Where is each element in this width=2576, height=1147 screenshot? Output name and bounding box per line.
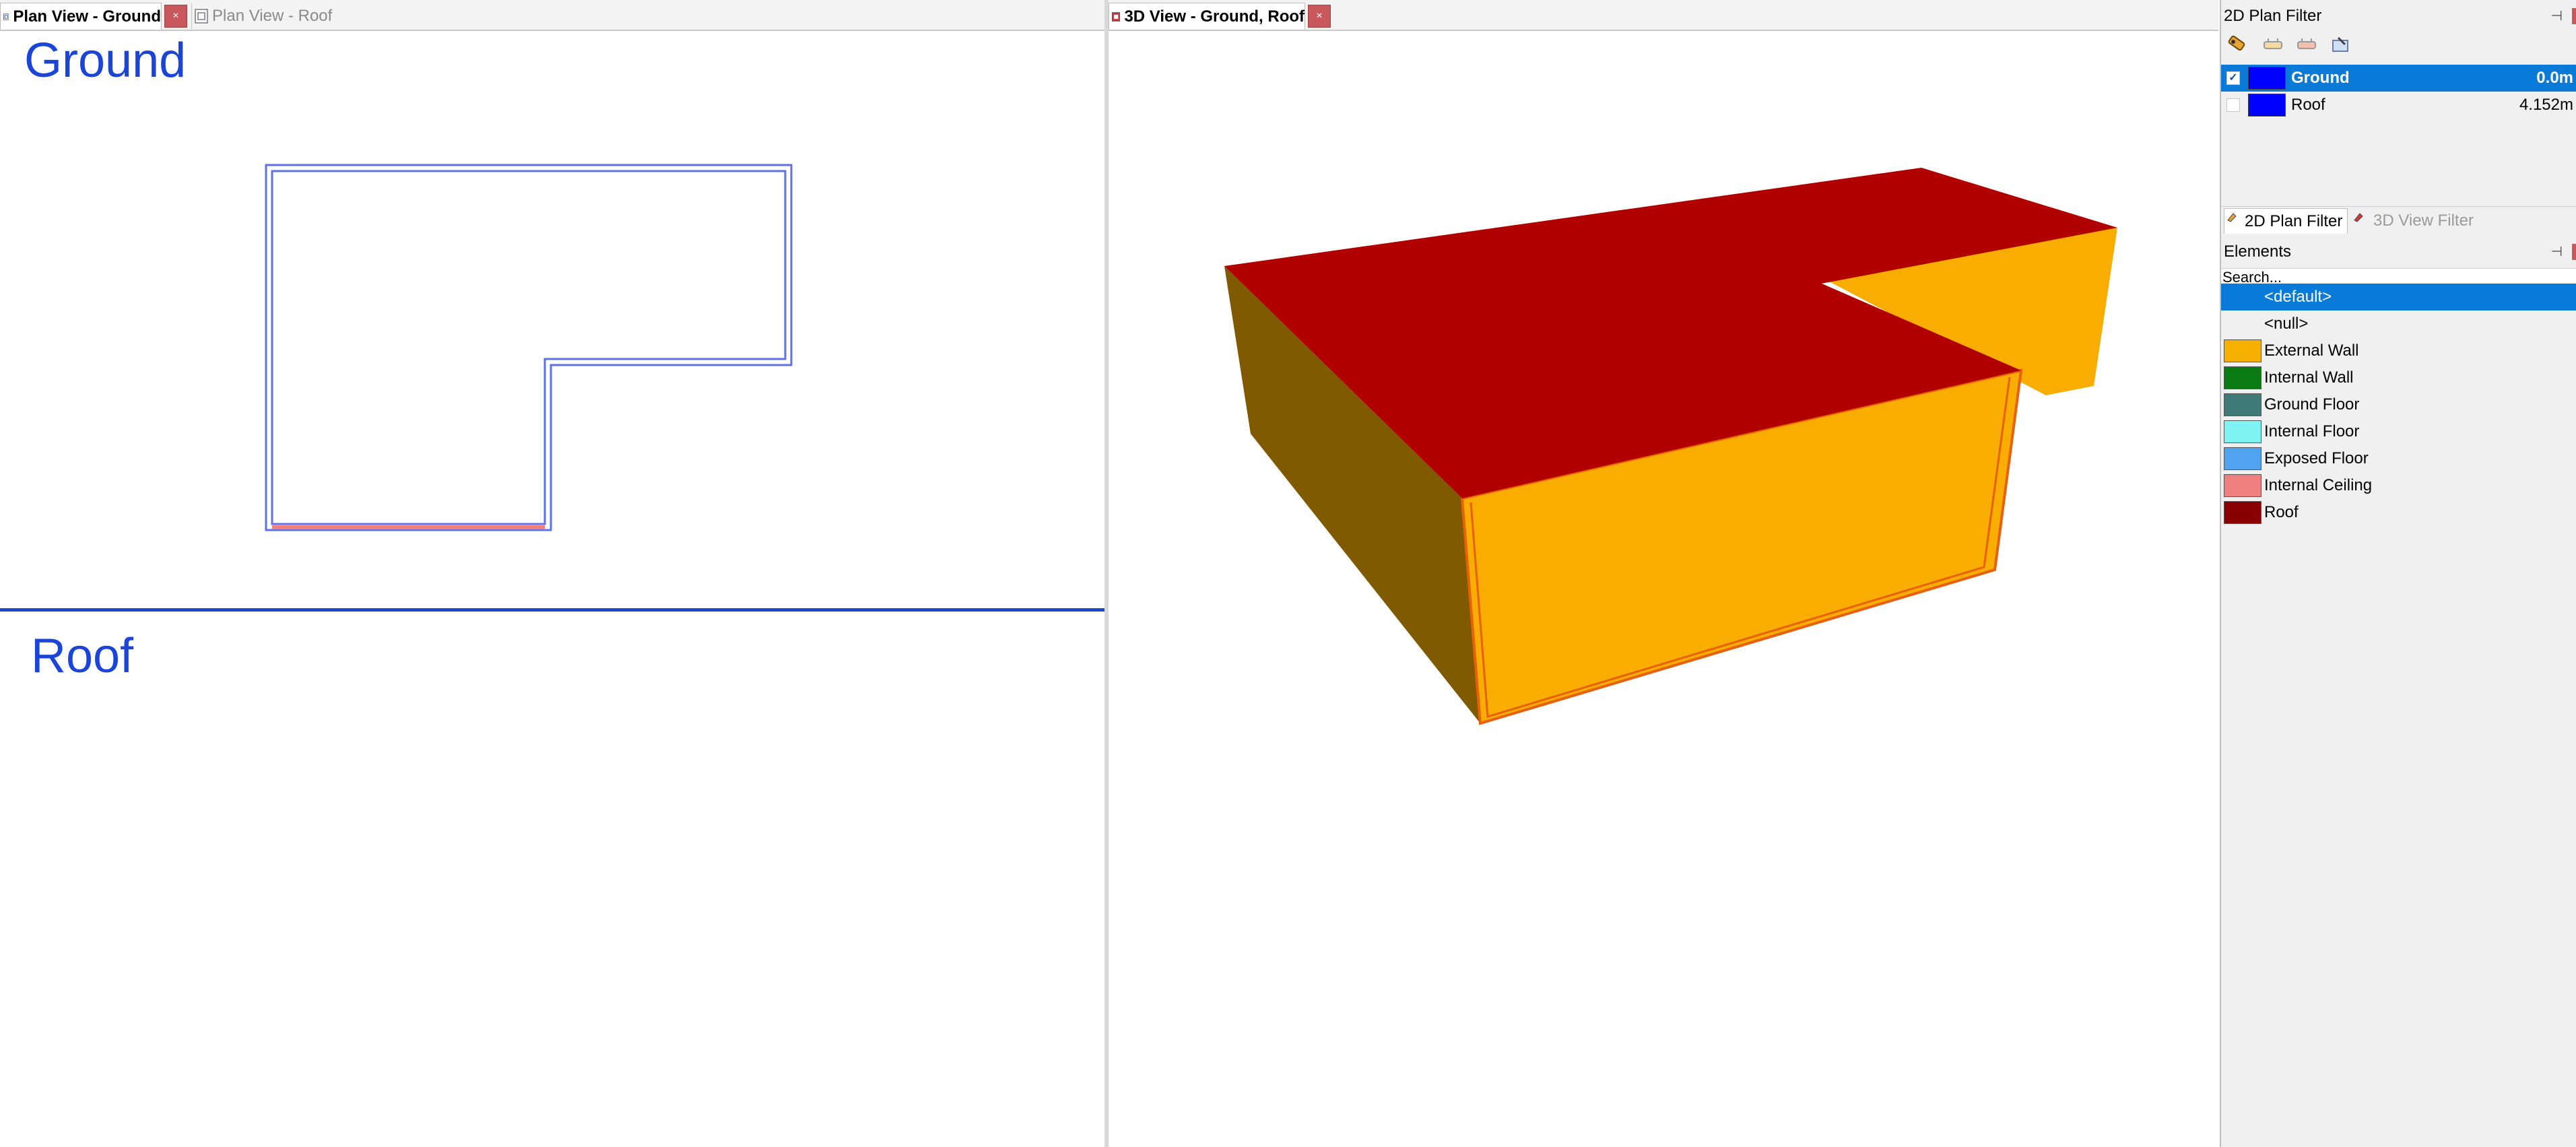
tab-label: Plan View - Ground bbox=[13, 7, 161, 26]
element-row-internal-wall[interactable]: Internal Wall bbox=[2221, 364, 2576, 391]
tab-plan-view-ground[interactable]: Plan View - Ground bbox=[0, 3, 162, 30]
add-level-icon[interactable] bbox=[2226, 35, 2251, 55]
tab-3d-view-filter[interactable]: 3D View Filter bbox=[2350, 208, 2485, 234]
panel-title: Elements bbox=[2224, 242, 2292, 261]
right-dock-panel: 2D Plan Filter ⊣ ✓ Ground 0.0m Roof 4.15… bbox=[2220, 0, 2576, 1147]
3d-view-filter-icon bbox=[2354, 213, 2363, 222]
level-row-roof[interactable]: Roof 4.152m bbox=[2221, 92, 2576, 119]
level-color-swatch[interactable] bbox=[2248, 67, 2286, 90]
element-row-null[interactable]: <null> bbox=[2221, 310, 2576, 337]
element-row-roof[interactable]: Roof bbox=[2221, 499, 2576, 526]
level-label-roof: Roof bbox=[31, 629, 134, 683]
element-row-internal-ceiling[interactable]: Internal Ceiling bbox=[2221, 472, 2576, 499]
element-color-swatch[interactable] bbox=[2224, 501, 2261, 524]
element-name: Roof bbox=[2264, 503, 2299, 521]
element-name: <null> bbox=[2264, 315, 2309, 333]
element-row-ground-floor[interactable]: Ground Floor bbox=[2221, 391, 2576, 418]
close-panel-button[interactable] bbox=[2572, 8, 2576, 24]
plan-view-icon bbox=[195, 9, 208, 24]
floor-outline-outer bbox=[265, 164, 793, 531]
element-row-internal-floor[interactable]: Internal Floor bbox=[2221, 418, 2576, 445]
tab-label: 2D Plan Filter bbox=[2245, 212, 2343, 230]
tab-3d-view[interactable]: 3D View - Ground, Roof bbox=[1109, 3, 1305, 30]
element-name: Internal Wall bbox=[2264, 368, 2354, 387]
pin-icon[interactable]: ⊣ bbox=[2551, 238, 2563, 265]
plan-view-icon bbox=[3, 13, 9, 20]
level-name: Roof bbox=[2291, 96, 2325, 114]
element-name: External Wall bbox=[2264, 341, 2359, 360]
level-down-icon[interactable] bbox=[2295, 35, 2319, 55]
elements-header: Elements ⊣ bbox=[2221, 238, 2576, 265]
element-name: Exposed Floor bbox=[2264, 449, 2369, 467]
element-color-swatch[interactable] bbox=[2224, 447, 2261, 470]
pin-icon[interactable]: ⊣ bbox=[2551, 3, 2563, 30]
level-name: Ground bbox=[2291, 69, 2350, 87]
tab-plan-view-roof[interactable]: Plan View - Roof bbox=[191, 3, 333, 30]
level-height: 0.0m bbox=[2536, 69, 2573, 87]
plan-view-tabstrip: Plan View - Ground × Plan View - Roof bbox=[0, 0, 1104, 31]
element-name: Internal Floor bbox=[2264, 422, 2360, 440]
panel-title: 2D Plan Filter bbox=[2224, 7, 2322, 25]
level-row-ground[interactable]: ✓ Ground 0.0m bbox=[2221, 65, 2576, 92]
plan-filter-header: 2D Plan Filter ⊣ bbox=[2221, 3, 2576, 30]
element-color-swatch[interactable] bbox=[2224, 339, 2261, 362]
element-row-external-wall[interactable]: External Wall bbox=[2221, 337, 2576, 364]
level-color-swatch[interactable] bbox=[2248, 94, 2286, 117]
3d-view-icon bbox=[1112, 11, 1121, 22]
filter-tabstrip: 2D Plan Filter 3D View Filter bbox=[2221, 206, 2576, 235]
level-settings-icon[interactable] bbox=[2329, 35, 2353, 55]
close-tab-button[interactable]: × bbox=[1308, 5, 1331, 28]
level-height: 4.152m bbox=[2519, 96, 2573, 114]
tab-2d-plan-filter[interactable]: 2D Plan Filter bbox=[2224, 208, 2348, 234]
element-name: Internal Ceiling bbox=[2264, 476, 2373, 494]
element-color-swatch[interactable] bbox=[2224, 420, 2261, 443]
close-panel-button[interactable] bbox=[2572, 244, 2576, 260]
element-row-default[interactable]: <default> bbox=[2221, 284, 2576, 310]
level-divider bbox=[0, 608, 1104, 612]
tab-label: 3D View Filter bbox=[2373, 211, 2474, 230]
level-up-icon[interactable] bbox=[2261, 35, 2286, 55]
element-row-exposed-floor[interactable]: Exposed Floor bbox=[2221, 445, 2576, 472]
ground-plan-drawing[interactable] bbox=[256, 155, 801, 539]
level-label-ground: Ground bbox=[24, 34, 187, 88]
element-color-swatch[interactable] bbox=[2224, 366, 2261, 389]
3d-model-viewport[interactable] bbox=[1109, 31, 2218, 1147]
tab-label: Plan View - Roof bbox=[212, 7, 333, 25]
element-color-swatch[interactable] bbox=[2224, 393, 2261, 416]
floor-outline-inner bbox=[271, 170, 787, 525]
level-visibility-checkbox[interactable] bbox=[2226, 98, 2240, 112]
close-tab-button[interactable]: × bbox=[164, 5, 187, 28]
element-color-swatch[interactable] bbox=[2224, 474, 2261, 497]
2d-plan-filter-icon bbox=[2227, 213, 2237, 222]
3d-view-tabstrip: 3D View - Ground, Roof × bbox=[1109, 0, 2218, 31]
tab-label: 3D View - Ground, Roof bbox=[1124, 7, 1304, 26]
element-name: Ground Floor bbox=[2264, 395, 2360, 414]
level-visibility-checkbox[interactable]: ✓ bbox=[2226, 71, 2240, 85]
element-name: <default> bbox=[2264, 288, 2332, 306]
